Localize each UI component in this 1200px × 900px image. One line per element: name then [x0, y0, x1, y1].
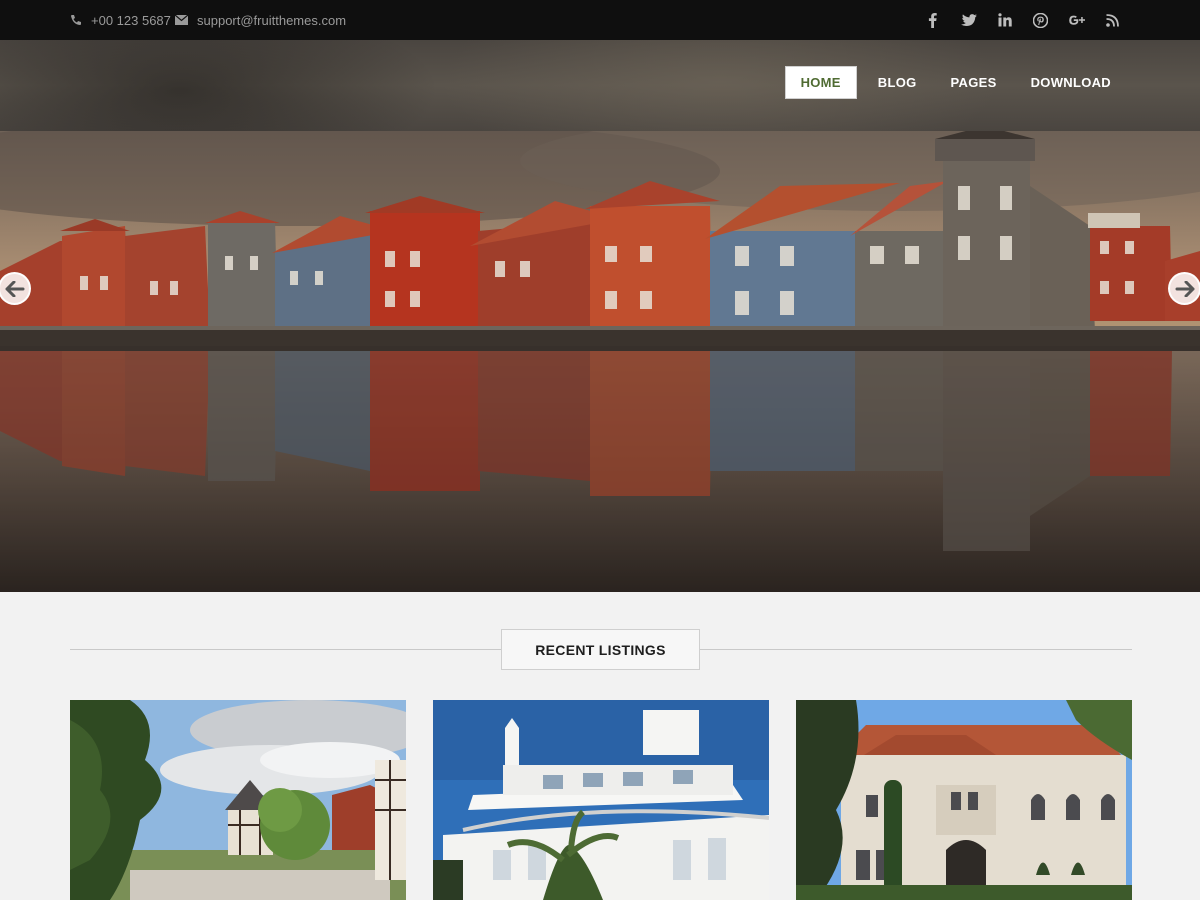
hero-image: [0, 131, 1200, 592]
envelope-icon: [175, 15, 188, 25]
google-plus-icon[interactable]: [1067, 11, 1086, 30]
pinterest-icon[interactable]: [1031, 11, 1050, 30]
main-nav: HOME BLOG PAGES DOWNLOAD: [784, 66, 1128, 99]
listing-card[interactable]: [70, 700, 406, 900]
listing-image: [796, 700, 1132, 900]
listing-image: [70, 700, 406, 900]
social-links: [923, 0, 1122, 40]
email-address: support@fruitthemes.com: [197, 12, 347, 28]
recent-listings-section: RECENT LISTINGS: [0, 592, 1200, 900]
section-title: RECENT LISTINGS: [501, 629, 700, 670]
arrow-right-icon: [1175, 280, 1194, 297]
phone-number: +00 123 5687: [91, 12, 171, 28]
facebook-icon[interactable]: [923, 11, 942, 30]
listing-image: [433, 700, 769, 900]
nav-item-home[interactable]: HOME: [784, 66, 857, 99]
twitter-icon[interactable]: [959, 11, 978, 30]
top-bar: +00 123 5687 support@fruitthemes.com: [0, 0, 1200, 40]
listing-card[interactable]: [433, 700, 769, 900]
nav-item-pages[interactable]: PAGES: [934, 66, 1014, 99]
arrow-left-icon: [5, 280, 24, 297]
rss-icon[interactable]: [1103, 11, 1122, 30]
hero-slider: [0, 131, 1200, 592]
nav-item-blog[interactable]: BLOG: [861, 66, 934, 99]
phone-contact[interactable]: +00 123 5687: [70, 0, 171, 40]
linkedin-icon[interactable]: [995, 11, 1014, 30]
listing-card[interactable]: [796, 700, 1132, 900]
slider-next-button[interactable]: [1168, 272, 1200, 305]
nav-item-download[interactable]: DOWNLOAD: [1014, 66, 1128, 99]
email-contact[interactable]: support@fruitthemes.com: [175, 0, 346, 40]
phone-icon: [71, 15, 81, 25]
